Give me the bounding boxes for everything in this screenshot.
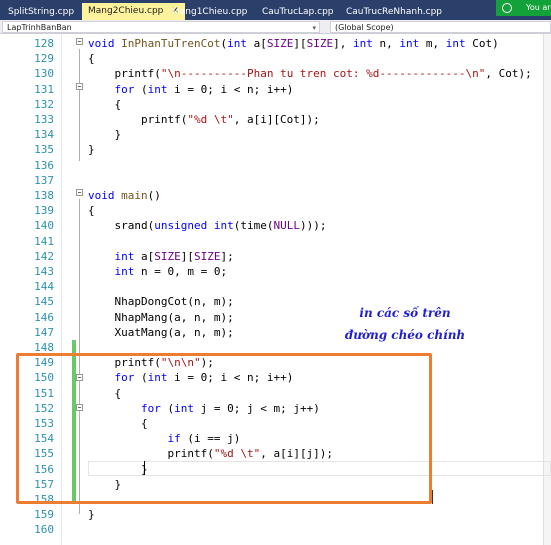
annotation-line: in các số trên bbox=[359, 306, 451, 320]
highlight-box bbox=[16, 353, 432, 504]
line-number: 135 bbox=[34, 143, 54, 157]
code-line[interactable]: printf("%d \t", a[i][Cot]); bbox=[88, 112, 320, 127]
project-dropdown[interactable]: LapTrinhBanBan ▾ bbox=[2, 21, 320, 33]
line-number: 130 bbox=[34, 67, 54, 81]
code-line[interactable]: { bbox=[88, 203, 95, 218]
tab-mang1chieu[interactable]: Mang1Chieu.cpp bbox=[166, 4, 253, 20]
code-line[interactable]: } bbox=[88, 127, 121, 142]
line-number: 137 bbox=[34, 173, 54, 187]
line-number: 139 bbox=[34, 204, 54, 218]
code-line[interactable]: } bbox=[88, 507, 95, 522]
annotation-line: đường chéo chính bbox=[344, 328, 466, 342]
line-number: 128 bbox=[34, 37, 54, 50]
code-line[interactable]: NhapDongCot(n, m); bbox=[88, 294, 233, 309]
line-number: 138 bbox=[34, 189, 54, 202]
line-number: 136 bbox=[34, 158, 54, 172]
tab-cautruclap[interactable]: CauTrucLap.cpp bbox=[256, 4, 340, 20]
line-number: 129 bbox=[34, 52, 54, 66]
fold-toggle-icon[interactable] bbox=[76, 189, 83, 196]
code-line[interactable]: void main() bbox=[88, 188, 161, 203]
code-line[interactable]: void InPhanTuTrenCot(int a[SIZE][SIZE], … bbox=[88, 36, 499, 51]
line-number: 145 bbox=[34, 295, 54, 309]
code-line[interactable]: XuatMang(a, n, m); bbox=[88, 325, 233, 340]
line-number: 141 bbox=[34, 234, 54, 248]
code-line[interactable]: { bbox=[88, 97, 121, 112]
tab-label: CauTrucLap.cpp bbox=[262, 7, 334, 17]
tab-label: Mang2Chieu.cpp bbox=[88, 6, 164, 16]
line-number: 147 bbox=[34, 325, 54, 339]
scope-label: (Global Scope) bbox=[335, 23, 394, 32]
line-number: 144 bbox=[34, 280, 54, 294]
line-number: 142 bbox=[34, 249, 54, 263]
line-number: 146 bbox=[34, 310, 54, 324]
code-line[interactable]: int n = 0, m = 0; bbox=[88, 264, 228, 279]
tab-bar: SplitString.cpp Mang2Chieu.cpp ✕ Mang1Chi… bbox=[0, 0, 551, 20]
code-line[interactable]: { bbox=[88, 51, 95, 66]
info-icon bbox=[502, 3, 512, 13]
code-line[interactable]: } bbox=[88, 142, 95, 157]
line-number: 134 bbox=[34, 128, 54, 142]
notification-badge[interactable]: You are bbox=[496, 0, 551, 16]
line-number: 140 bbox=[34, 219, 54, 233]
ibeam-cursor-icon bbox=[432, 490, 433, 504]
fold-guide bbox=[79, 92, 80, 144]
line-number: 143 bbox=[34, 265, 54, 278]
notice-label: You are bbox=[526, 3, 551, 12]
line-number: 132 bbox=[34, 97, 54, 111]
tab-splitstring[interactable]: SplitString.cpp bbox=[2, 4, 80, 20]
tab-cautrucrenhanh[interactable]: CauTrucReNhanh.cpp bbox=[340, 4, 448, 20]
fold-toggle-icon[interactable] bbox=[76, 38, 83, 45]
code-line[interactable]: printf("\n----------Phan tu tren cot: %d… bbox=[88, 66, 531, 81]
code-line[interactable]: NhapMang(a, n, m); bbox=[88, 310, 233, 325]
tab-label: CauTrucReNhanh.cpp bbox=[346, 7, 443, 17]
line-number: 160 bbox=[34, 523, 54, 537]
line-number: 159 bbox=[34, 508, 54, 522]
scope-dropdown[interactable]: (Global Scope) bbox=[330, 21, 551, 33]
tab-label: Mang1Chieu.cpp bbox=[172, 7, 248, 17]
tab-label: SplitString.cpp bbox=[8, 7, 75, 17]
annotation-note: in các số trên đường chéo chính bbox=[340, 302, 470, 346]
code-line[interactable]: for (int i = 0; i < n; i++) bbox=[88, 82, 294, 97]
line-number: 131 bbox=[34, 82, 54, 96]
navigation-bar: LapTrinhBanBan ▾ (Global Scope) bbox=[0, 20, 551, 34]
code-line[interactable]: srand(unsigned int(time(NULL))); bbox=[88, 218, 326, 233]
chevron-down-icon: ▾ bbox=[312, 24, 316, 32]
line-number: 133 bbox=[34, 113, 54, 126]
code-line[interactable]: int a[SIZE][SIZE]; bbox=[88, 249, 234, 264]
fold-toggle-icon[interactable] bbox=[76, 83, 83, 90]
project-label: LapTrinhBanBan bbox=[7, 23, 72, 32]
